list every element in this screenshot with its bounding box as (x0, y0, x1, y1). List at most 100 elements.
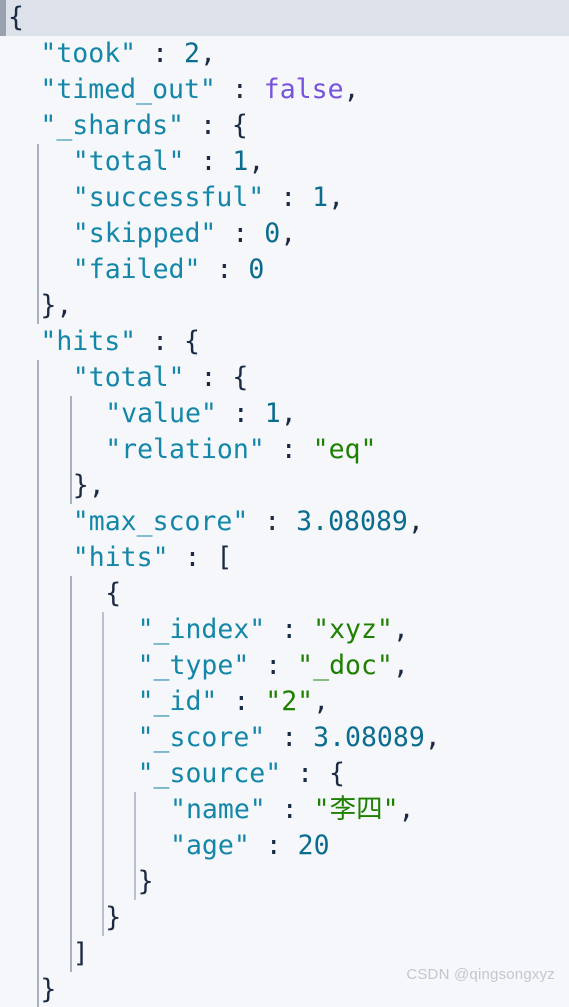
token-p: : (265, 614, 314, 645)
code-line[interactable]: "_shards" : { (0, 108, 569, 144)
token-p: : (200, 254, 249, 285)
token-p: : (264, 182, 313, 213)
token-k: "_id" (137, 686, 218, 717)
code-line-text: "successful" : 1, (0, 180, 569, 216)
csdn-watermark: CSDN @qingsongxyz (406, 966, 555, 983)
token-s: "_doc" (297, 650, 393, 681)
token-p: , (424, 722, 441, 753)
code-line[interactable]: "max_score" : 3.08089, (0, 504, 569, 540)
code-line-text: "took" : 2, (0, 36, 569, 72)
token-k: "value" (105, 398, 217, 429)
token-p: : { (281, 758, 346, 789)
code-line[interactable]: "successful" : 1, (0, 180, 569, 216)
token-p: : { (183, 110, 248, 141)
token-n: 1 (312, 182, 329, 213)
token-p: } (105, 902, 122, 933)
code-line[interactable]: "value" : 1, (0, 396, 569, 432)
token-p: }, (72, 470, 105, 501)
token-k: "name" (170, 794, 266, 825)
token-k: "max_score" (72, 506, 249, 537)
code-line[interactable]: } (0, 864, 569, 900)
code-line[interactable]: "_index" : "xyz", (0, 612, 569, 648)
code-line[interactable]: "timed_out" : false, (0, 72, 569, 108)
token-n: 1 (264, 398, 281, 429)
token-p: , (199, 38, 216, 69)
token-k: "_score" (137, 722, 266, 753)
code-line[interactable]: "_score" : 3.08089, (0, 720, 569, 756)
token-k: "successful" (72, 182, 265, 213)
code-line[interactable]: "failed" : 0 (0, 252, 569, 288)
current-line-marker (0, 0, 6, 36)
code-line[interactable]: "name" : "李四", (0, 792, 569, 828)
token-k: "age" (170, 830, 250, 861)
token-p: , (398, 794, 415, 825)
code-line-text: "_score" : 3.08089, (0, 720, 569, 756)
token-k: "total" (72, 146, 185, 177)
token-p: , (407, 506, 424, 537)
code-line-text: "total" : { (0, 360, 569, 396)
code-line[interactable]: "hits" : { (0, 324, 569, 360)
code-line-text: } (0, 900, 569, 936)
token-p: ] (72, 938, 89, 969)
code-line-text: "max_score" : 3.08089, (0, 504, 569, 540)
token-k: "relation" (105, 434, 265, 465)
token-s: "2" (265, 686, 314, 717)
code-line[interactable]: "age" : 20 (0, 828, 569, 864)
code-line-text: { (0, 0, 569, 36)
token-p: : (249, 830, 298, 861)
token-k: "failed" (72, 254, 201, 285)
code-line-text: "relation" : "eq" (0, 432, 569, 468)
token-p: : (264, 434, 313, 465)
token-p: , (280, 398, 297, 429)
token-p: , (248, 146, 265, 177)
code-line[interactable]: { (0, 576, 569, 612)
token-p: } (137, 866, 154, 897)
token-k: "hits" (40, 326, 137, 357)
token-k: "hits" (72, 542, 169, 573)
code-line[interactable]: }, (0, 288, 569, 324)
token-p: : (216, 218, 265, 249)
code-line-text: "_id" : "2", (0, 684, 569, 720)
code-line-text: { (0, 576, 569, 612)
code-line[interactable]: "skipped" : 0, (0, 216, 569, 252)
code-line[interactable]: "_id" : "2", (0, 684, 569, 720)
code-line-text: "hits" : [ (0, 540, 569, 576)
token-n: 1 (232, 146, 249, 177)
code-line[interactable]: "total" : { (0, 360, 569, 396)
token-p: , (313, 686, 330, 717)
code-line-text: "failed" : 0 (0, 252, 569, 288)
token-n: 0 (264, 218, 281, 249)
code-line[interactable]: "hits" : [ (0, 540, 569, 576)
code-line[interactable]: }, (0, 468, 569, 504)
token-n: 3.08089 (296, 506, 408, 537)
token-p: : (248, 506, 297, 537)
token-p: , (392, 614, 409, 645)
code-line-text: "_source" : { (0, 756, 569, 792)
token-p: : (184, 146, 233, 177)
token-p: : [ (168, 542, 233, 573)
code-line[interactable]: "took" : 2, (0, 36, 569, 72)
json-code-viewer[interactable]: {"took" : 2, "timed_out" : false, "_shards… (0, 0, 569, 1007)
token-n: 3.08089 (313, 722, 425, 753)
code-line-text: "_type" : "_doc", (0, 648, 569, 684)
token-b: false (263, 74, 344, 105)
token-p: { (105, 578, 122, 609)
code-line-text: "age" : 20 (0, 828, 569, 864)
token-s: "eq" (312, 434, 377, 465)
code-line[interactable]: } (0, 900, 569, 936)
code-line-text: "total" : 1, (0, 144, 569, 180)
code-line[interactable]: "relation" : "eq" (0, 432, 569, 468)
token-p: }, (40, 290, 73, 321)
code-line[interactable]: "_type" : "_doc", (0, 648, 569, 684)
code-line[interactable]: { (0, 0, 569, 36)
code-line-text: "timed_out" : false, (0, 72, 569, 108)
token-p: : (249, 650, 298, 681)
token-n: 2 (184, 38, 200, 69)
token-k: "total" (72, 362, 185, 393)
token-p: , (328, 182, 345, 213)
code-line[interactable]: "_source" : { (0, 756, 569, 792)
code-line-text: "hits" : { (0, 324, 569, 360)
token-p: : (265, 794, 314, 825)
token-k: "_index" (137, 614, 266, 645)
code-line[interactable]: "total" : 1, (0, 144, 569, 180)
